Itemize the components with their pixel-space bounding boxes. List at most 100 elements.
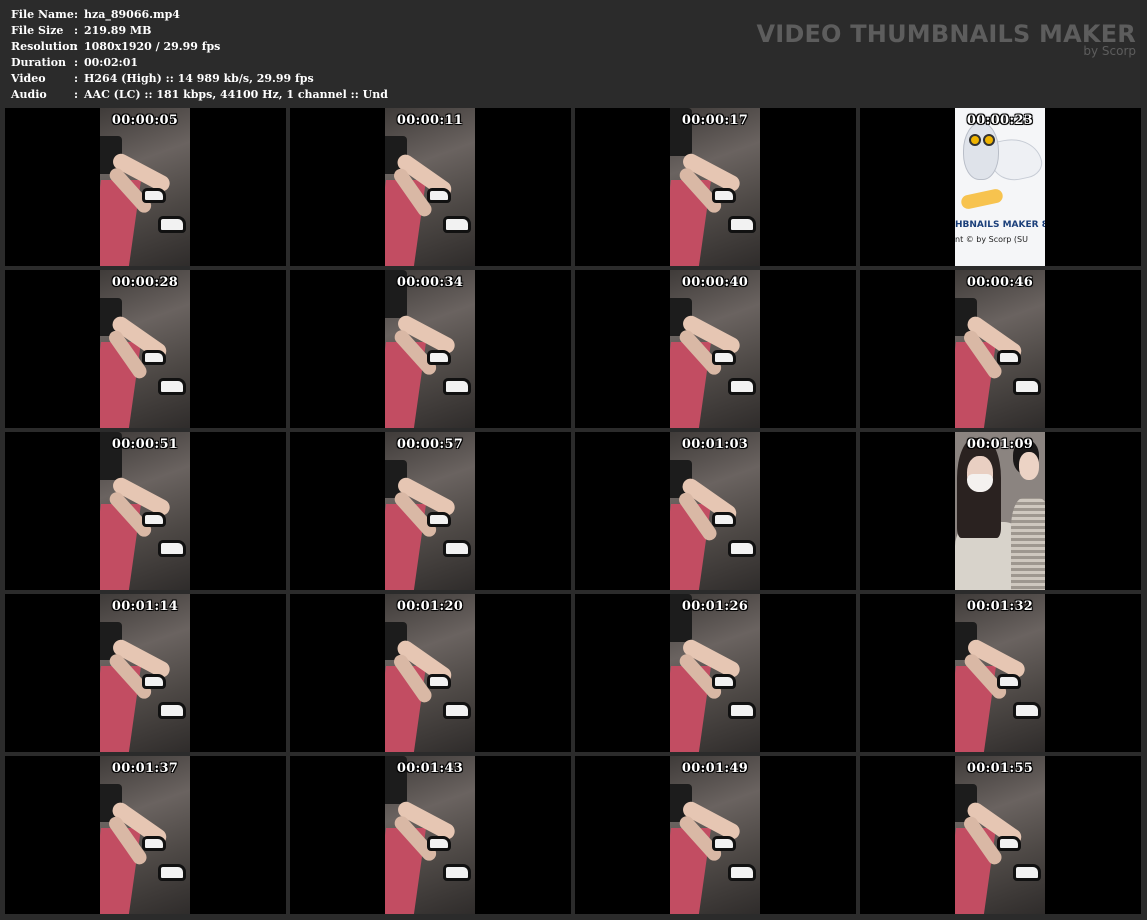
info-label: File Size bbox=[11, 24, 64, 37]
thumbnail-cell[interactable]: 00:00:17 bbox=[575, 108, 856, 266]
shoe-shape bbox=[158, 378, 186, 395]
info-label: Resolution bbox=[11, 40, 78, 53]
face-shape bbox=[1019, 452, 1039, 480]
shoe-shape bbox=[427, 350, 451, 365]
info-label: Video bbox=[11, 72, 46, 85]
thumbnail-image bbox=[385, 432, 475, 590]
thumbnail-timestamp: 00:01:03 bbox=[681, 437, 749, 452]
thumbnail-timestamp: 00:01:43 bbox=[396, 761, 464, 776]
brand-title: VIDEO THUMBNAILS MAKER bbox=[756, 20, 1136, 48]
thumbnail-cell[interactable]: 00:01:55 bbox=[860, 756, 1141, 914]
thumbnail-cell[interactable]: 00:00:05 bbox=[5, 108, 286, 266]
thumbnail-image bbox=[100, 756, 190, 914]
thumbnail-timestamp: 00:00:28 bbox=[111, 275, 179, 290]
thumbnail-cell[interactable]: 00:00:46 bbox=[860, 270, 1141, 428]
thumbnail-image bbox=[955, 594, 1045, 752]
shoe-shape bbox=[427, 188, 451, 203]
thumbnail-cell[interactable]: 00:01:37 bbox=[5, 756, 286, 914]
owl-caption: HBNAILS MAKER 8 bbox=[955, 220, 1045, 230]
shoe-shape bbox=[142, 188, 166, 203]
thumbnail-cell[interactable]: 00:00:34 bbox=[290, 270, 571, 428]
thumbnail-image bbox=[955, 270, 1045, 428]
thumbnail-cell[interactable]: HBNAILS MAKER 8 nt © by Scorp (SU 00:00:23 bbox=[860, 108, 1141, 266]
shoe-shape bbox=[443, 216, 471, 233]
thumbnail-image bbox=[955, 756, 1045, 914]
thumbnail-cell[interactable]: 00:01:32 bbox=[860, 594, 1141, 752]
shoe-shape bbox=[443, 540, 471, 557]
shoe-shape bbox=[427, 512, 451, 527]
shoe-shape bbox=[142, 512, 166, 527]
thumbnail-grid: 00:00:05 00:00:11 00:00:17 HBNAILS MAKER 8 n… bbox=[5, 108, 1143, 918]
thumbnail-cell[interactable]: 00:01:20 bbox=[290, 594, 571, 752]
thumbnail-timestamp: 00:00:34 bbox=[396, 275, 464, 290]
shoe-shape bbox=[1013, 378, 1041, 395]
info-separator: : bbox=[74, 40, 79, 53]
thumbnail-timestamp: 00:01:20 bbox=[396, 599, 464, 614]
shoe-shape bbox=[728, 216, 756, 233]
info-label: File Name bbox=[11, 8, 74, 21]
file-info: File Name : hza_89066.mp4 File Size : 21… bbox=[11, 7, 388, 103]
thumbnail-timestamp: 00:01:32 bbox=[966, 599, 1034, 614]
thumbnail-timestamp: 00:01:49 bbox=[681, 761, 749, 776]
shoe-shape bbox=[142, 836, 166, 851]
shoe-shape bbox=[728, 378, 756, 395]
thumbnail-cell[interactable]: 00:01:26 bbox=[575, 594, 856, 752]
thumbnail-image bbox=[100, 108, 190, 266]
thumbnail-image bbox=[670, 756, 760, 914]
thumbnail-cell[interactable]: 00:01:03 bbox=[575, 432, 856, 590]
thumbnail-timestamp: 00:00:23 bbox=[966, 113, 1034, 128]
info-row-file-size: File Size : 219.89 MB bbox=[11, 23, 388, 39]
info-value-video: H264 (High) :: 14 989 kb/s, 29.99 fps bbox=[84, 72, 314, 85]
shoe-shape bbox=[728, 864, 756, 881]
thumbnail-image-passengers bbox=[955, 432, 1045, 590]
info-value-file-name: hza_89066.mp4 bbox=[84, 8, 180, 21]
thumbnail-image bbox=[670, 108, 760, 266]
shoe-shape bbox=[997, 836, 1021, 851]
shoe-shape bbox=[997, 350, 1021, 365]
thumbnail-cell[interactable]: 00:01:49 bbox=[575, 756, 856, 914]
shoe-shape bbox=[712, 836, 736, 851]
info-separator: : bbox=[74, 8, 79, 21]
owl-copyright: nt © by Scorp (SU bbox=[955, 235, 1028, 244]
thumbnail-cell[interactable]: 00:01:43 bbox=[290, 756, 571, 914]
info-value-duration: 00:02:01 bbox=[84, 56, 139, 69]
thumbnail-timestamp: 00:01:37 bbox=[111, 761, 179, 776]
thumbnail-image bbox=[385, 594, 475, 752]
thumbnail-cell[interactable]: 00:00:51 bbox=[5, 432, 286, 590]
shoe-shape bbox=[712, 188, 736, 203]
owl-eye-shape bbox=[983, 134, 995, 146]
thumbnail-image bbox=[670, 270, 760, 428]
thumbnail-cell[interactable]: 00:01:09 bbox=[860, 432, 1141, 590]
thumbnail-cell[interactable]: 00:01:14 bbox=[5, 594, 286, 752]
thumbnail-timestamp: 00:00:05 bbox=[111, 113, 179, 128]
thumbnail-timestamp: 00:00:51 bbox=[111, 437, 179, 452]
shoe-shape bbox=[158, 864, 186, 881]
thumbnail-timestamp: 00:01:26 bbox=[681, 599, 749, 614]
shoe-shape bbox=[142, 350, 166, 365]
thumbnail-timestamp: 00:00:40 bbox=[681, 275, 749, 290]
info-value-resolution: 1080x1920 / 29.99 fps bbox=[84, 40, 221, 53]
thumbnail-cell[interactable]: 00:00:40 bbox=[575, 270, 856, 428]
info-label: Audio bbox=[11, 88, 47, 101]
thumbnail-timestamp: 00:01:09 bbox=[966, 437, 1034, 452]
thumbnail-image bbox=[385, 756, 475, 914]
thumbnail-image bbox=[100, 432, 190, 590]
info-label: Duration bbox=[11, 56, 67, 69]
shoe-shape bbox=[997, 674, 1021, 689]
info-separator: : bbox=[74, 88, 79, 101]
info-separator: : bbox=[74, 56, 79, 69]
shoe-shape bbox=[728, 540, 756, 557]
thumbnail-cell[interactable]: 00:00:28 bbox=[5, 270, 286, 428]
thumbnail-cell[interactable]: 00:00:57 bbox=[290, 432, 571, 590]
shoe-shape bbox=[443, 702, 471, 719]
info-row-resolution: Resolution : 1080x1920 / 29.99 fps bbox=[11, 39, 388, 55]
shoe-shape bbox=[427, 674, 451, 689]
shirt-shape bbox=[1011, 498, 1045, 590]
thumbnail-image bbox=[670, 594, 760, 752]
thumbnail-timestamp: 00:00:57 bbox=[396, 437, 464, 452]
info-separator: : bbox=[74, 24, 79, 37]
thumbnail-cell[interactable]: 00:00:11 bbox=[290, 108, 571, 266]
info-separator: : bbox=[74, 72, 79, 85]
thumbnail-timestamp: 00:01:55 bbox=[966, 761, 1034, 776]
info-row-video: Video : H264 (High) :: 14 989 kb/s, 29.9… bbox=[11, 71, 388, 87]
